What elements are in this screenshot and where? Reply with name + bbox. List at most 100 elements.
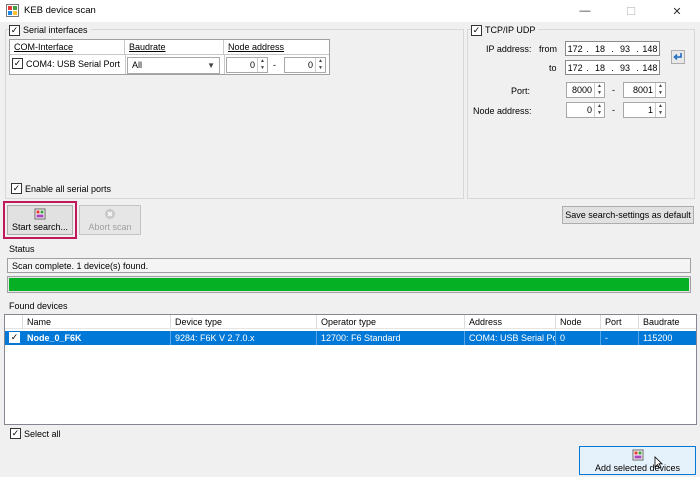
spinner-arrows[interactable]: ▲ ▼: [655, 103, 665, 117]
spinner-arrows[interactable]: ▲ ▼: [594, 83, 604, 97]
spinner-arrows[interactable]: ▲ ▼: [655, 83, 665, 97]
cell-operator-type: 12700: F6 Standard: [317, 331, 465, 345]
port-separator: -: [612, 85, 615, 95]
col-header-com-interface[interactable]: COM-Interface: [10, 40, 125, 54]
abort-scan-button[interactable]: Abort scan: [79, 205, 141, 235]
cell-name: Node_0_F6K: [23, 331, 171, 345]
tcp-node-from-spinner[interactable]: 0 ▲ ▼: [566, 102, 605, 118]
window-title: KEB device scan: [24, 5, 96, 16]
enable-all-label: Enable all serial ports: [25, 183, 112, 194]
abort-scan-label: Abort scan: [88, 222, 132, 232]
col-header-address[interactable]: Address: [465, 315, 556, 329]
serial-group-header: ✓ Serial interfaces: [9, 24, 91, 36]
ip-to-label: to: [549, 63, 557, 73]
ip-octet: 93: [619, 62, 630, 73]
ip-octet: 93: [619, 43, 630, 54]
col-header-baudrate[interactable]: Baudrate: [639, 315, 696, 329]
cancel-icon: [105, 209, 115, 219]
ip-from-input[interactable]: 172. 18. 93. 148: [565, 41, 660, 56]
close-button[interactable]: ✕: [654, 0, 700, 22]
serial-node-from-value: 0: [249, 60, 255, 70]
arrow-return-icon: [673, 53, 682, 61]
col-header-operator-type[interactable]: Operator type: [317, 315, 465, 329]
port-to-value: 8001: [632, 85, 653, 95]
serial-node-from-spinner[interactable]: 0 ▲ ▼: [226, 57, 268, 73]
maximize-button[interactable]: ☐: [608, 0, 654, 22]
ip-octet: 172: [567, 62, 583, 73]
tcp-node-from-value: 0: [586, 105, 592, 115]
save-search-settings-label: Save search-settings as default: [565, 210, 691, 220]
tcp-node-address-label: Node address:: [473, 106, 532, 116]
serial-port-checkbox[interactable]: ✓: [12, 58, 23, 69]
cell-node: 0: [556, 331, 601, 345]
start-search-label: Start search...: [11, 222, 69, 232]
add-selected-devices-button[interactable]: Add selected devices: [579, 446, 696, 475]
start-search-highlight: Start search...: [3, 201, 77, 239]
add-device-icon: [632, 449, 643, 460]
grid-divider: [10, 54, 329, 55]
baudrate-value: All: [132, 60, 143, 70]
serial-port-row: ✓ COM4: USB Serial Port: [12, 58, 120, 69]
grid-divider: [224, 54, 225, 74]
select-all-label: Select all: [24, 428, 61, 439]
tcpip-label: TCP/IP UDP: [485, 25, 536, 35]
ip-address-label: IP address:: [486, 44, 532, 54]
serial-interfaces-label: Serial interfaces: [23, 25, 88, 35]
spinner-arrows[interactable]: ▲ ▼: [315, 58, 325, 72]
col-header-baudrate[interactable]: Baudrate: [125, 40, 224, 54]
app-icon: [6, 4, 19, 17]
enable-all-checkbox[interactable]: ✓: [11, 183, 22, 194]
scan-progress-bar: [7, 276, 691, 293]
start-search-button[interactable]: Start search...: [7, 205, 73, 235]
cell-device-type: 9284: F6K V 2.7.0.x: [171, 331, 317, 345]
ip-octet: 172: [567, 43, 583, 54]
tcpip-group-header: ✓ TCP/IP UDP: [471, 24, 539, 36]
port-from-spinner[interactable]: 8000 ▲ ▼: [566, 82, 605, 98]
spinner-arrows[interactable]: ▲ ▼: [594, 103, 604, 117]
progress-fill: [9, 278, 689, 291]
tcp-node-to-value: 1: [647, 105, 653, 115]
ip-octet: 148: [642, 43, 658, 54]
tcpip-checkbox[interactable]: ✓: [471, 24, 482, 36]
serial-interfaces-checkbox[interactable]: ✓: [9, 24, 20, 36]
port-to-spinner[interactable]: 8001 ▲ ▼: [623, 82, 666, 98]
found-devices-table: Name Device type Operator type Address N…: [4, 314, 697, 425]
chevron-down-icon: ▼: [207, 61, 215, 70]
device-search-icon: [34, 208, 46, 220]
status-heading: Status: [9, 244, 35, 254]
table-row[interactable]: ✓ Node_0_F6K 9284: F6K V 2.7.0.x 12700: …: [5, 331, 696, 345]
ip-to-input[interactable]: 172. 18. 93. 148: [565, 60, 660, 75]
baudrate-select[interactable]: All ▼: [127, 57, 220, 74]
ip-octet: 18: [595, 62, 606, 73]
select-all-row: ✓ Select all: [10, 428, 61, 439]
ip-octet: 148: [642, 62, 658, 73]
minimize-button[interactable]: —: [562, 0, 608, 22]
ip-octet: 18: [595, 43, 606, 54]
status-message: Scan complete. 1 device(s) found.: [12, 261, 149, 271]
col-header-name[interactable]: Name: [23, 315, 171, 329]
mouse-cursor-icon: [654, 456, 663, 469]
col-header-device-type[interactable]: Device type: [171, 315, 317, 329]
spinner-arrows[interactable]: ▲ ▼: [257, 58, 267, 72]
add-selected-devices-label: Add selected devices: [594, 462, 681, 473]
col-header-port[interactable]: Port: [601, 315, 639, 329]
port-from-value: 8000: [571, 85, 592, 95]
cell-port: -: [601, 331, 639, 345]
col-header-node[interactable]: Node: [556, 315, 601, 329]
tcp-node-to-spinner[interactable]: 1 ▲ ▼: [623, 102, 666, 118]
serial-node-separator: -: [273, 60, 276, 70]
serial-port-label: COM4: USB Serial Port: [26, 58, 121, 69]
tcp-node-separator: -: [612, 105, 615, 115]
col-header-check[interactable]: [5, 315, 23, 329]
table-header: Name Device type Operator type Address N…: [5, 315, 696, 329]
title-bar: KEB device scan — ☐ ✕: [0, 0, 700, 22]
cell-address: COM4: USB Serial Port: [465, 331, 556, 345]
col-header-node-address[interactable]: Node address: [224, 40, 329, 54]
serial-node-to-spinner[interactable]: 0 ▲ ▼: [284, 57, 326, 73]
row-check-cell: ✓: [5, 331, 23, 345]
select-all-checkbox[interactable]: ✓: [10, 428, 21, 439]
row-checkbox[interactable]: ✓: [9, 332, 20, 343]
copy-ip-button[interactable]: [671, 50, 685, 64]
found-devices-heading: Found devices: [9, 301, 68, 311]
save-search-settings-button[interactable]: Save search-settings as default: [562, 206, 694, 224]
